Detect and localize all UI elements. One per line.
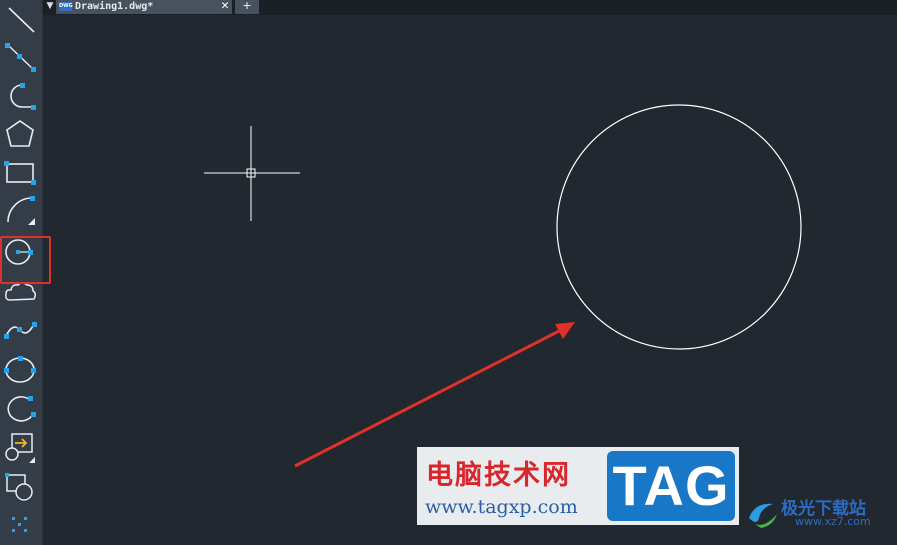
point-icon xyxy=(12,517,27,532)
line-icon xyxy=(8,7,35,33)
arc-icon xyxy=(7,196,35,225)
watermark-banner: 电脑技术网 www.tagxp.com TAG xyxy=(417,447,739,525)
drawn-circle[interactable] xyxy=(556,104,802,350)
corner-logo: 极光下载站 www.xz7.com xyxy=(745,494,895,534)
ellipse-arc-tool-button[interactable] xyxy=(2,390,40,426)
polygon-tool-button[interactable] xyxy=(2,116,40,152)
make-block-tool-button[interactable] xyxy=(2,470,40,506)
make-block-icon xyxy=(5,473,33,501)
polyline-arc-icon xyxy=(10,83,36,110)
ellipse-icon xyxy=(4,356,36,383)
polyline-tool-button[interactable] xyxy=(2,78,40,114)
construction-line-icon xyxy=(5,43,36,72)
construction-line-tool-button[interactable] xyxy=(2,40,40,76)
watermark-logo: TAG xyxy=(607,451,735,521)
tab-title: Drawing1.dwg* xyxy=(75,1,154,12)
draw-toolbar xyxy=(0,0,51,545)
insert-block-tool-button[interactable] xyxy=(2,430,40,466)
document-tab-bar: ▼ DWG Drawing1.dwg* ✕ + xyxy=(43,0,897,15)
close-icon[interactable]: ✕ xyxy=(221,0,229,14)
point-tool-button[interactable] xyxy=(2,509,40,545)
tab-list-dropdown-icon[interactable]: ▼ xyxy=(45,0,55,14)
tab-drawing1[interactable]: DWG Drawing1.dwg* ✕ xyxy=(56,0,232,14)
watermark-title: 电脑技术网 xyxy=(426,460,571,491)
spline-icon xyxy=(4,322,37,339)
ellipse-arc-icon xyxy=(7,396,36,422)
corner-logo-url: www.xz7.com xyxy=(795,515,871,528)
polygon-icon xyxy=(6,120,34,147)
insert-block-icon xyxy=(5,433,35,463)
ellipse-tool-button[interactable] xyxy=(2,350,40,386)
rectangle-tool-button[interactable] xyxy=(2,154,40,190)
rectangle-icon xyxy=(4,161,36,185)
watermark-url: www.tagxp.com xyxy=(425,496,578,518)
crosshair-cursor xyxy=(204,126,300,221)
dwg-file-icon: DWG xyxy=(59,2,73,11)
new-tab-button[interactable]: + xyxy=(235,0,259,14)
spline-tool-button[interactable] xyxy=(2,310,40,346)
aurora-swirl-icon xyxy=(749,503,777,528)
arc-tool-button[interactable] xyxy=(2,192,40,228)
annotation-arrow xyxy=(294,322,575,468)
line-tool-button[interactable] xyxy=(2,2,40,38)
